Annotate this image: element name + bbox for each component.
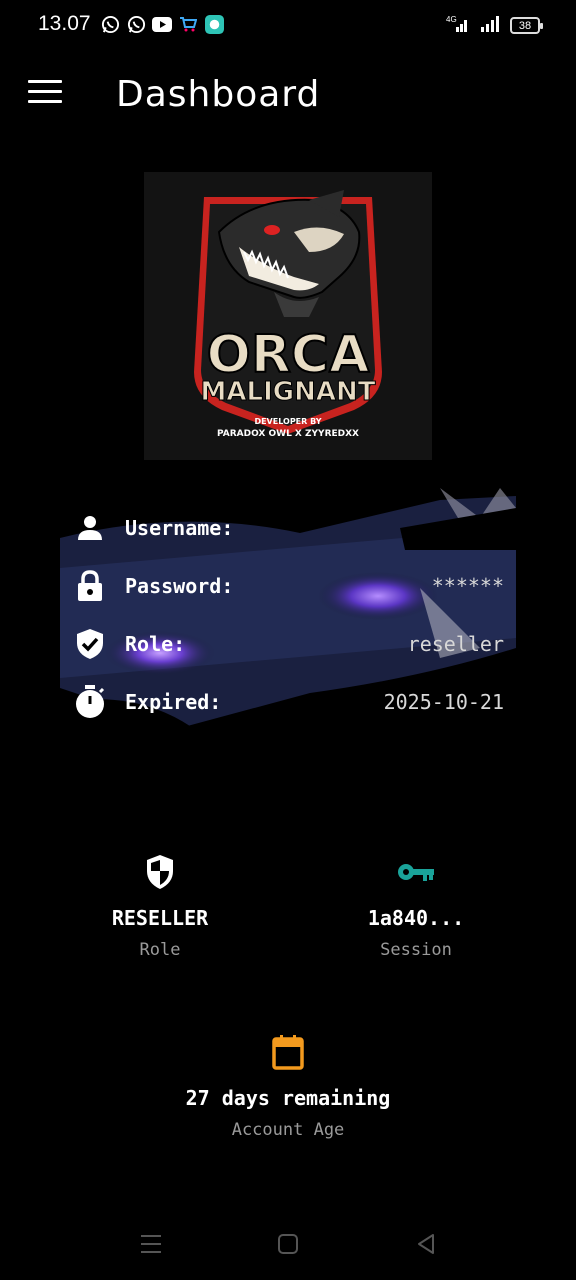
- role-stat-value: RESELLER: [111, 906, 209, 930]
- signal-icon: [480, 14, 500, 37]
- signal-4g-icon: 4G: [444, 14, 470, 37]
- username-row: Username:: [74, 508, 504, 548]
- session-stat-value: 1a840...: [367, 906, 465, 930]
- logo-title: ORCA: [207, 325, 370, 385]
- logo-subtitle: MALIGNANT: [201, 377, 376, 407]
- password-value: ******: [431, 574, 504, 598]
- whatsapp-icon: [100, 14, 120, 34]
- person-icon: [74, 512, 106, 544]
- youtube-icon: [152, 14, 172, 34]
- app-logo: ORCA MALIGNANT DEVELOPER BY PARADOX OWL …: [144, 172, 432, 460]
- account-age-stat: 27 days remaining Account Age: [138, 1032, 438, 1140]
- expired-value: 2025-10-21: [383, 690, 504, 714]
- back-button[interactable]: [414, 1232, 442, 1258]
- account-info-card: Username: Password: ****** Role: reselle…: [60, 488, 516, 748]
- chat-app-icon: [204, 14, 224, 34]
- app-header: Dashboard: [0, 64, 576, 128]
- system-icons: 4G 38: [444, 14, 543, 37]
- lock-icon: [74, 570, 106, 602]
- expired-label: Expired:: [125, 690, 222, 714]
- status-time: 13.07: [38, 12, 91, 35]
- system-nav-bar: [0, 1210, 576, 1280]
- session-stat: 1a840... Session: [316, 852, 516, 960]
- page-title: Dashboard: [116, 74, 321, 115]
- role-row: Role: reseller: [74, 624, 504, 664]
- account-age-value: 27 days remaining: [185, 1086, 391, 1110]
- battery-icon: 38: [510, 17, 543, 34]
- role-stat-label: Role: [139, 940, 181, 960]
- whatsapp-icon: [126, 14, 146, 34]
- recent-apps-button[interactable]: [138, 1232, 166, 1258]
- shield-icon: [60, 852, 260, 892]
- expired-row: Expired: 2025-10-21: [74, 682, 504, 722]
- key-icon: [316, 852, 516, 892]
- username-label: Username:: [125, 516, 234, 540]
- notification-icons: [100, 14, 224, 34]
- session-stat-label: Session: [380, 940, 452, 960]
- stopwatch-icon: [74, 685, 106, 718]
- hamburger-menu-icon[interactable]: [28, 80, 62, 110]
- role-stat: RESELLER Role: [60, 852, 260, 960]
- role-label: Role:: [125, 632, 186, 656]
- status-bar: 13.07 4G 38: [0, 0, 576, 52]
- password-label: Password:: [125, 574, 234, 598]
- home-button[interactable]: [276, 1232, 304, 1258]
- logo-developer-names: PARADOX OWL X ZYYREDXX: [217, 429, 359, 439]
- account-age-label: Account Age: [231, 1120, 345, 1140]
- calendar-icon: [138, 1032, 438, 1072]
- shopping-cart-icon: [178, 14, 198, 34]
- role-value: reseller: [407, 632, 504, 656]
- password-row: Password: ******: [74, 566, 504, 606]
- network-type-label: 4G: [446, 15, 457, 24]
- shield-check-icon: [74, 628, 106, 660]
- logo-developer-label: DEVELOPER BY: [254, 417, 321, 426]
